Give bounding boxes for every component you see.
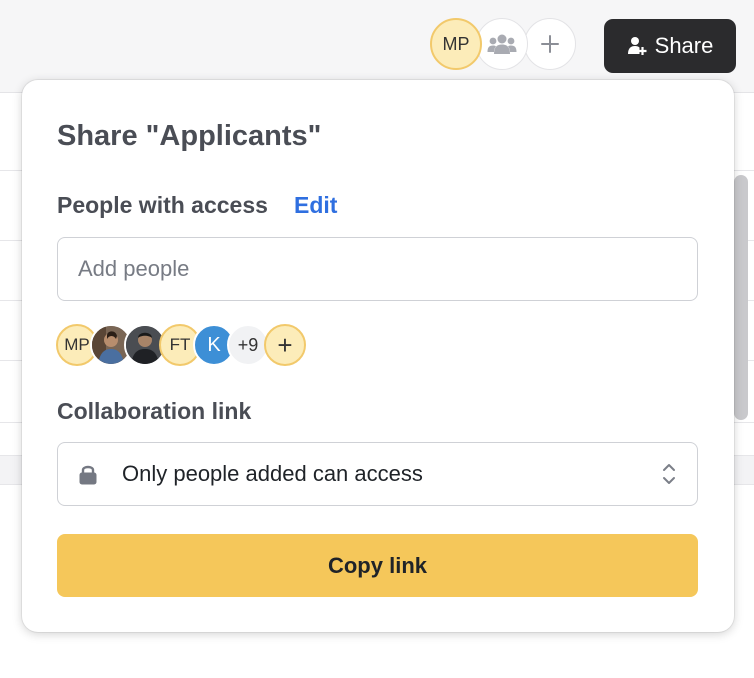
people-with-access-label: People with access bbox=[57, 192, 268, 218]
collaborators-button[interactable] bbox=[476, 18, 528, 70]
scrollbar[interactable] bbox=[734, 175, 748, 420]
user-initials: MP bbox=[442, 33, 470, 54]
plus-icon bbox=[541, 35, 559, 53]
chevron-up-down-icon bbox=[663, 464, 675, 484]
collaborator-avatars: MP FT K +9 + bbox=[56, 324, 356, 366]
add-people-input[interactable] bbox=[57, 237, 698, 301]
share-dialog: Share "Applicants" People with access Ed… bbox=[22, 80, 734, 632]
add-collaborator-button[interactable] bbox=[524, 18, 576, 70]
group-icon bbox=[487, 34, 517, 54]
current-user-avatar[interactable]: MP bbox=[430, 18, 482, 70]
lock-icon bbox=[79, 465, 97, 485]
edit-access-link[interactable]: Edit bbox=[294, 192, 337, 219]
more-collaborators-count[interactable]: +9 bbox=[227, 324, 269, 366]
add-collaborator-button[interactable]: + bbox=[264, 324, 306, 366]
plus-icon: + bbox=[277, 329, 293, 360]
collaboration-link-label: Collaboration link bbox=[57, 398, 252, 424]
share-button[interactable]: Share bbox=[604, 19, 736, 73]
add-person-icon bbox=[627, 37, 647, 55]
link-access-select[interactable]: Only people added can access bbox=[57, 442, 698, 506]
link-access-value: Only people added can access bbox=[122, 461, 423, 486]
share-button-label: Share bbox=[654, 33, 714, 58]
copy-link-button[interactable]: Copy link bbox=[57, 534, 698, 597]
dialog-title: Share "Applicants" bbox=[57, 120, 322, 152]
